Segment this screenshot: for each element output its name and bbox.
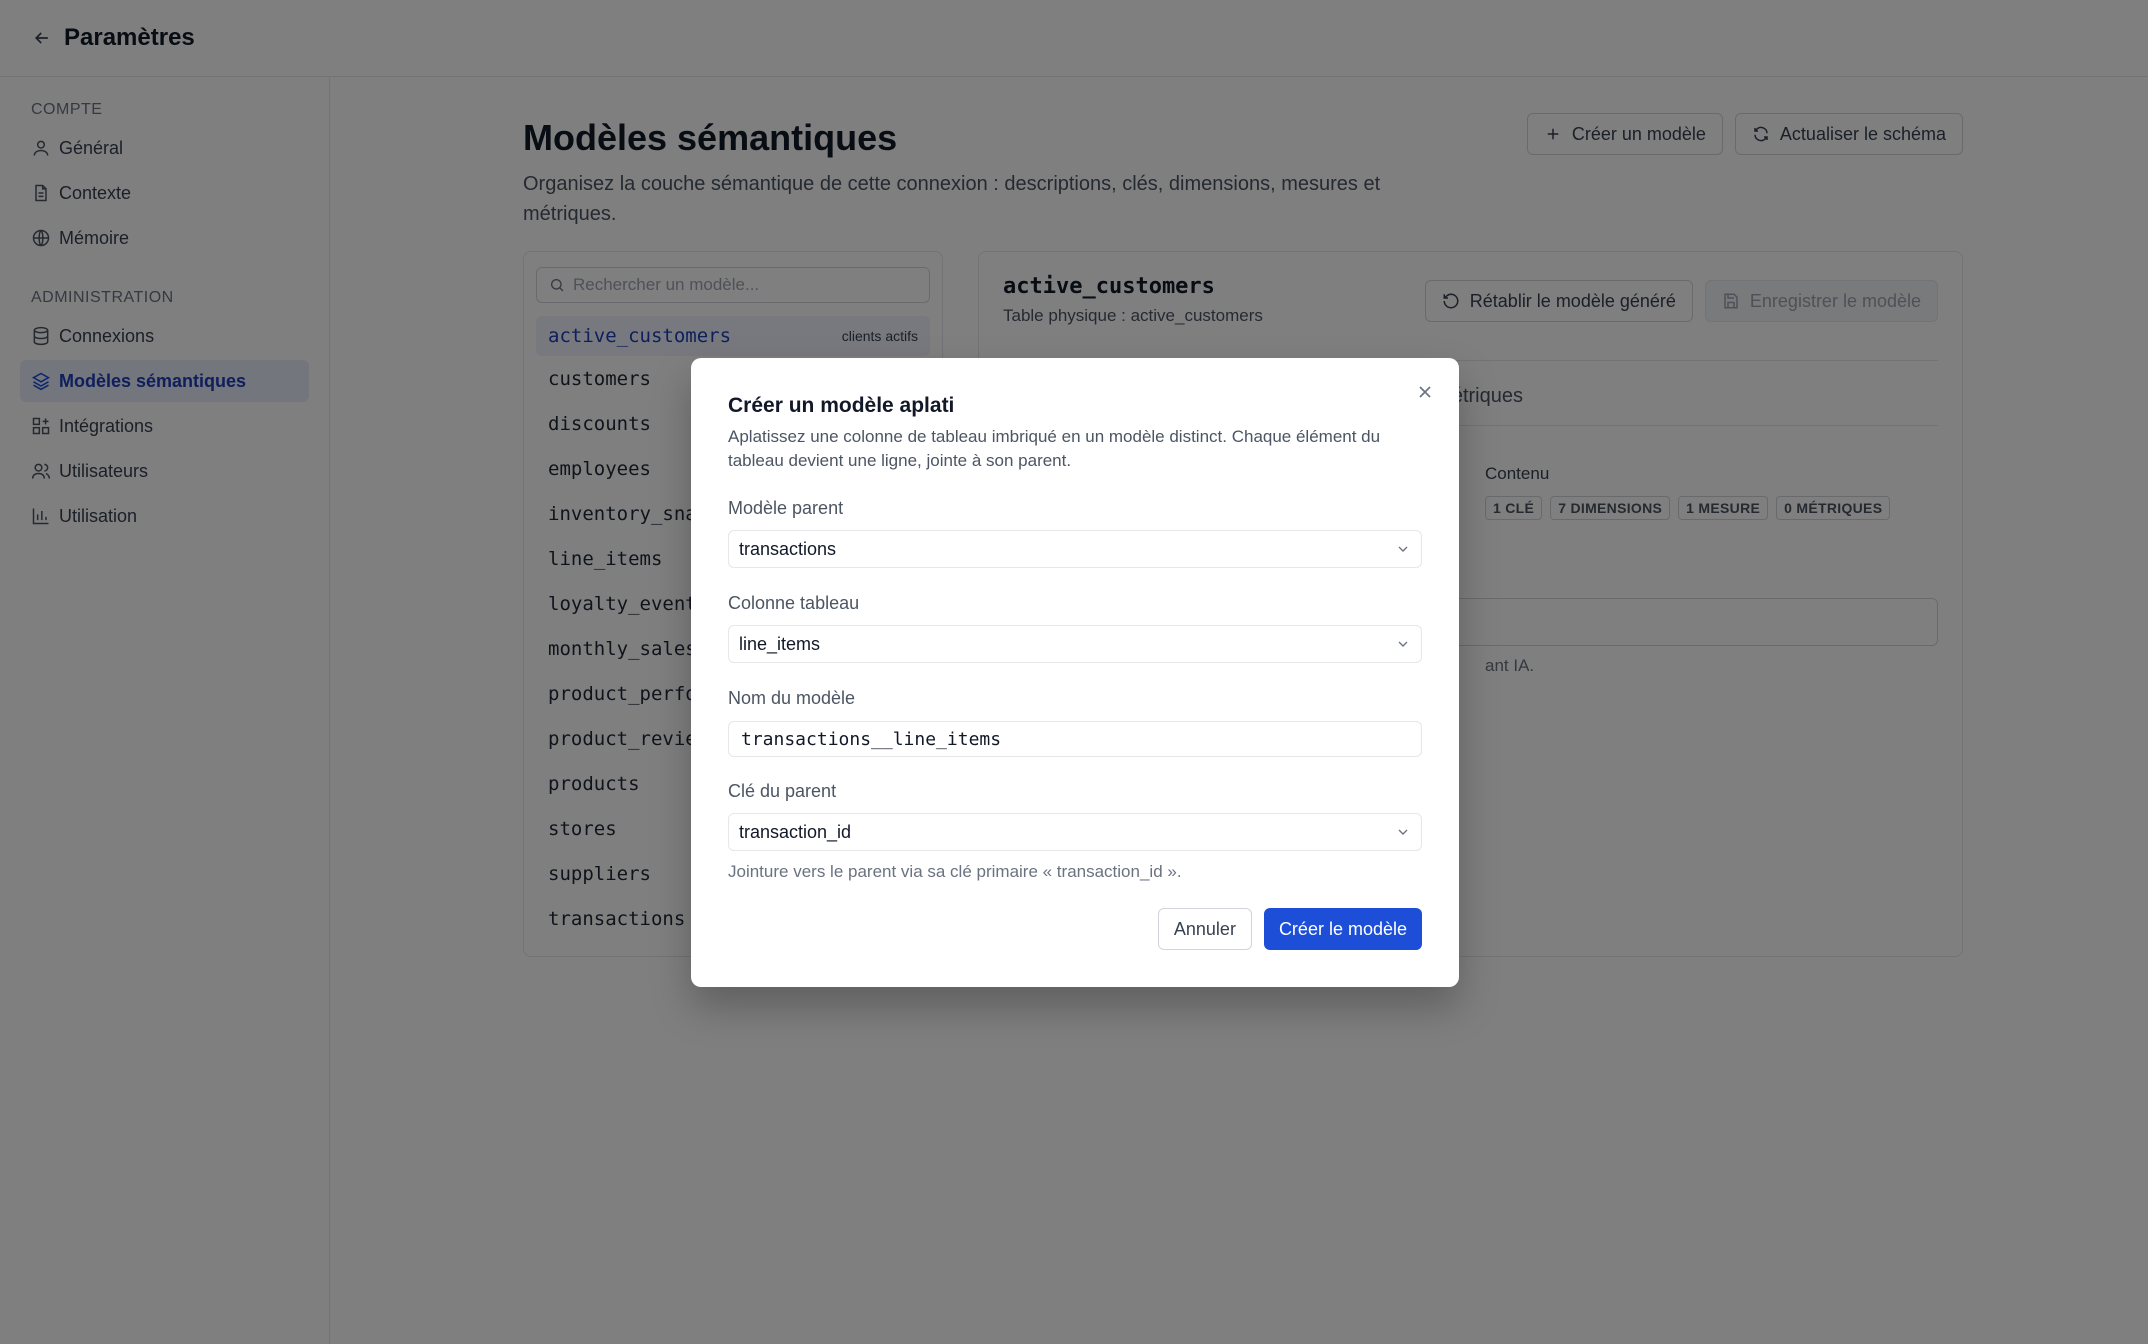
join-hint: Jointure vers le parent via sa clé prima… <box>728 862 1182 881</box>
model-name-label: Nom du modèle <box>728 688 856 708</box>
chevron-down-icon <box>1398 829 1408 835</box>
create-flat-model-dialog: Créer un modèle aplati Aplatissez une co… <box>691 358 1459 987</box>
parent-key-label: Clé du parent <box>728 781 837 801</box>
parent-model-select[interactable]: transactions <box>728 530 1422 568</box>
parent-key-select[interactable]: transaction_id <box>728 813 1422 851</box>
close-icon <box>1419 386 1431 398</box>
dialog-description: Aplatissez une colonne de tableau imbriq… <box>728 427 1381 470</box>
close-button[interactable] <box>1413 380 1437 404</box>
dialog-title: Créer un modèle aplati <box>728 394 955 417</box>
model-name-value: transactions__line_items <box>741 728 1002 750</box>
parent-key-value: transaction_id <box>739 821 852 842</box>
model-name-input[interactable]: transactions__line_items <box>728 721 1422 757</box>
parent-model-label: Modèle parent <box>728 498 844 518</box>
parent-model-value: transactions <box>739 538 837 559</box>
create-model-submit-button[interactable]: Créer le modèle <box>1263 908 1422 950</box>
array-column-label: Colonne tableau <box>728 593 860 613</box>
array-column-value: line_items <box>739 633 821 654</box>
array-column-select[interactable]: line_items <box>728 625 1422 663</box>
chevron-down-icon <box>1398 546 1408 552</box>
dialog-actions: Annuler Créer le modèle <box>1157 908 1422 950</box>
chevron-down-icon <box>1398 641 1408 647</box>
cancel-button[interactable]: Annuler <box>1157 908 1252 950</box>
